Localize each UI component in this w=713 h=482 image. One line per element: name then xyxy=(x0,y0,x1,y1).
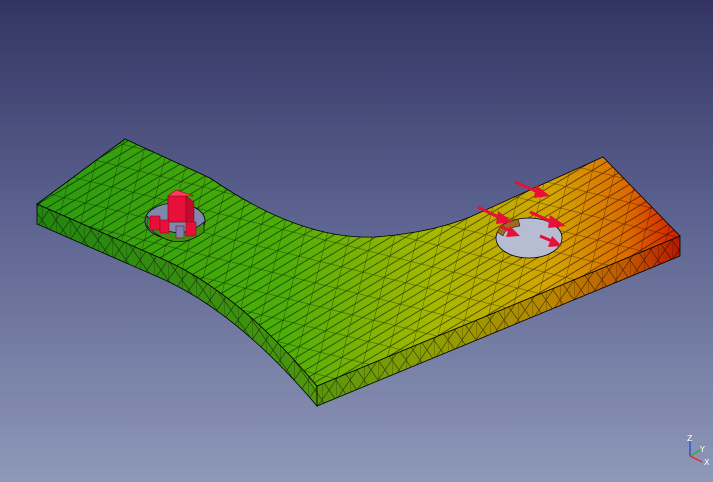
x-axis-label: X xyxy=(704,458,710,467)
plate-body[interactable] xyxy=(36,138,681,408)
z-axis-label: Z xyxy=(687,434,693,443)
axis-triad-icon[interactable]: Z Y X xyxy=(687,434,710,467)
3d-viewport[interactable]: Z Y X xyxy=(0,0,713,482)
y-axis-line xyxy=(689,449,701,457)
y-axis-label: Y xyxy=(699,445,705,454)
fem-result-scene[interactable]: Z Y X xyxy=(0,0,713,482)
x-axis-line xyxy=(689,455,703,463)
